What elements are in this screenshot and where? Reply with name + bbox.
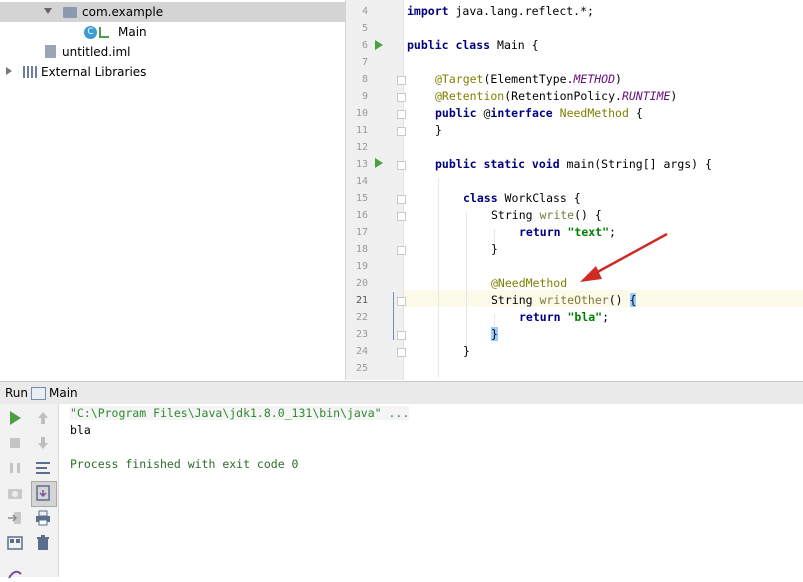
class-icon: C	[84, 26, 97, 39]
run-toolbar	[0, 404, 59, 579]
code-line[interactable]: public @interface NeedMethod {	[435, 105, 643, 122]
line-number: 8	[361, 74, 368, 85]
tree-item-label: com.example	[82, 5, 164, 19]
tree-item-label: Main	[118, 25, 147, 39]
line-number: 23	[355, 329, 368, 340]
code-line[interactable]: public class Main {	[407, 37, 539, 54]
indent-guide	[438, 178, 439, 378]
pause-icon[interactable]	[6, 459, 24, 477]
trash-icon[interactable]	[34, 534, 52, 552]
project-tree: com.example C Main untitled.iml External…	[0, 0, 346, 380]
line-number: 13	[355, 159, 368, 170]
line-number: 5	[361, 23, 368, 34]
library-icon	[23, 66, 37, 78]
change-marker	[393, 292, 394, 340]
fold-marker-icon[interactable]	[397, 161, 406, 170]
code-line[interactable]: import java.lang.reflect.*;	[407, 3, 594, 20]
line-number: 4	[361, 6, 368, 17]
code-line[interactable]: @NeedMethod	[491, 275, 567, 292]
code-line[interactable]: }	[463, 343, 470, 360]
code-line[interactable]: }	[491, 241, 498, 258]
rerun-icon[interactable]	[6, 409, 24, 427]
line-number: 17	[355, 227, 368, 238]
print-icon[interactable]	[34, 509, 52, 527]
line-number: 14	[355, 176, 368, 187]
run-config-icon	[99, 27, 109, 38]
indent-guide	[466, 212, 467, 352]
chevron-right-icon[interactable]	[6, 67, 12, 75]
pin-icon[interactable]	[6, 564, 24, 582]
package-icon	[63, 7, 77, 18]
fold-marker-icon[interactable]	[397, 76, 406, 85]
fold-marker-icon[interactable]	[397, 331, 406, 340]
iml-file-icon	[45, 45, 56, 58]
fold-marker-icon[interactable]	[397, 195, 406, 204]
line-number-current: 21	[355, 295, 368, 306]
code-line[interactable]: String write() {	[491, 207, 602, 224]
gutter-divider	[403, 0, 404, 380]
line-number: 10	[355, 108, 368, 119]
line-number: 11	[355, 125, 368, 136]
tree-item-label: untitled.iml	[62, 45, 131, 59]
code-line[interactable]: }	[435, 122, 442, 139]
run-main-icon[interactable]	[375, 158, 383, 168]
fold-marker-icon[interactable]	[397, 246, 406, 255]
code-line[interactable]: return "bla";	[519, 309, 609, 326]
line-number: 12	[355, 142, 368, 153]
layout-icon[interactable]	[6, 534, 24, 552]
red-arrow-icon	[580, 232, 668, 282]
code-line[interactable]: @Target(ElementType.METHOD)	[435, 71, 622, 88]
down-arrow-icon[interactable]	[34, 434, 52, 452]
line-number: 9	[361, 91, 368, 102]
soft-wrap-icon[interactable]	[34, 459, 52, 477]
up-arrow-icon[interactable]	[34, 409, 52, 427]
code-line[interactable]: String writeOther() {	[491, 292, 637, 309]
code-line[interactable]: class WorkClass {	[463, 190, 581, 207]
fold-marker-icon[interactable]	[397, 93, 406, 102]
run-tab-label[interactable]: Run	[5, 386, 28, 400]
fold-marker-icon[interactable]	[397, 127, 406, 136]
run-console[interactable]: "C:\Program Files\Java\jdk1.8.0_131\bin\…	[59, 404, 803, 577]
run-tool-window-header: Run Main	[0, 381, 803, 405]
chevron-down-icon[interactable]	[44, 8, 52, 14]
console-command-line: "C:\Program Files\Java\jdk1.8.0_131\bin\…	[70, 406, 410, 420]
run-class-icon[interactable]	[375, 40, 383, 50]
code-line[interactable]: }	[491, 326, 498, 343]
line-number: 7	[361, 57, 368, 68]
line-number: 19	[355, 261, 368, 272]
line-number: 20	[355, 278, 368, 289]
line-number: 15	[355, 193, 368, 204]
stop-icon[interactable]	[6, 434, 24, 452]
fold-marker-icon[interactable]	[397, 110, 406, 119]
scroll-to-end-icon[interactable]	[34, 484, 52, 502]
line-number: 24	[355, 346, 368, 357]
fold-marker-icon[interactable]	[397, 212, 406, 221]
run-config-name[interactable]: Main	[49, 386, 78, 400]
tree-item-main[interactable]: C Main	[0, 22, 345, 42]
tree-item-label: External Libraries	[41, 65, 147, 79]
line-number: 6	[361, 40, 368, 51]
line-number: 22	[355, 312, 368, 323]
exit-icon[interactable]	[6, 509, 24, 527]
code-line[interactable]: public static void main(String[] args) {	[435, 156, 712, 173]
console-exit-message: Process finished with exit code 0	[70, 457, 299, 471]
code-editor[interactable]: 4 5 6 7 8 9 10 11 12 13 14 15 16 17 18 1…	[346, 0, 803, 380]
tree-item-untitled-iml[interactable]: untitled.iml	[0, 42, 345, 62]
line-number: 25	[355, 363, 368, 374]
fold-marker-icon[interactable]	[397, 348, 406, 357]
fold-marker-icon[interactable]	[397, 297, 406, 306]
tree-item-com-example[interactable]: com.example	[0, 2, 345, 22]
line-number: 16	[355, 210, 368, 221]
line-number: 18	[355, 244, 368, 255]
dump-threads-icon[interactable]	[6, 484, 24, 502]
run-config-icon	[31, 387, 46, 400]
console-output-line: bla	[70, 423, 91, 437]
tree-item-external-libraries[interactable]: External Libraries	[0, 62, 345, 82]
code-line[interactable]: @Retention(RetentionPolicy.RUNTIME)	[435, 88, 677, 105]
